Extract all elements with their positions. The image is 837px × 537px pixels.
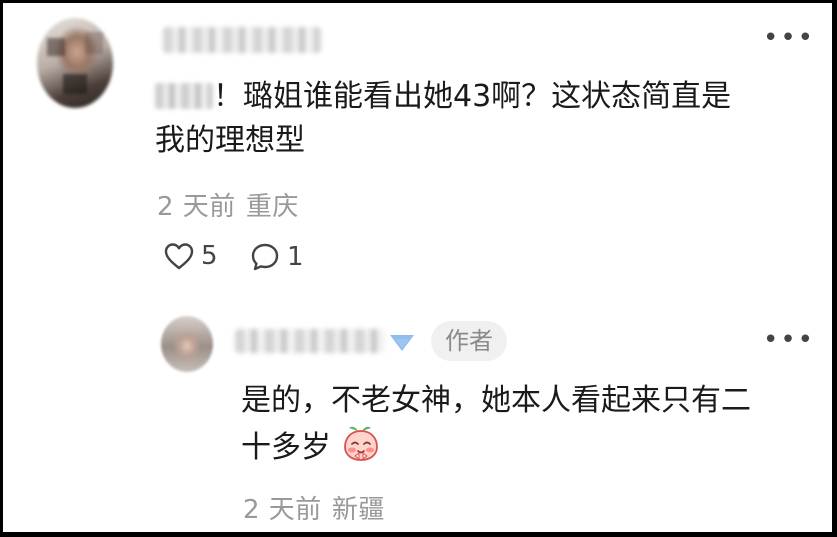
reply-username-blurred[interactable] xyxy=(235,329,385,353)
comment-meta: 2 天前 重庆 xyxy=(157,186,299,223)
reply-line-1: 是的，不老女神，她本人看起来只有二 xyxy=(241,383,751,418)
mention-blurred xyxy=(155,83,213,109)
more-icon[interactable]: ••• xyxy=(763,25,815,51)
comment-time: 2 天前 xyxy=(157,192,236,222)
author-badge: 作者 xyxy=(431,321,507,361)
verified-icon xyxy=(390,335,414,351)
reply-location: 新疆 xyxy=(331,495,385,525)
reply-avatar[interactable] xyxy=(161,316,213,372)
reply-line-2: 十多岁 xyxy=(241,423,821,470)
blushing-peach-emoji xyxy=(343,426,378,461)
heart-icon xyxy=(164,243,194,270)
comment-location: 重庆 xyxy=(245,192,299,222)
username-blurred[interactable] xyxy=(163,27,321,53)
comment-body[interactable]: ！璐姐谁能看出她43啊？这状态简直是 我的理想型 xyxy=(155,75,815,163)
comment-thread: ••• ！璐姐谁能看出她43啊？这状态简直是 我的理想型 2 天前 重庆 5 1 … xyxy=(3,3,832,532)
reply-button[interactable]: 1 xyxy=(249,241,304,273)
reply-time: 2 天前 xyxy=(243,495,322,525)
comment-line-1: ！璐姐谁能看出她43啊？这状态简直是 xyxy=(155,75,815,119)
comment-icon xyxy=(251,243,279,271)
comment-line-2: 我的理想型 xyxy=(155,123,305,158)
avatar[interactable] xyxy=(37,18,113,108)
reply-count: 1 xyxy=(287,242,304,272)
reply-meta: 2 天前 新疆 xyxy=(243,489,385,526)
reply-more-icon[interactable]: ••• xyxy=(763,327,815,353)
like-button[interactable]: 5 xyxy=(163,241,218,271)
reply-body[interactable]: 是的，不老女神，她本人看起来只有二 十多岁 xyxy=(241,379,821,470)
like-count: 5 xyxy=(201,241,218,271)
